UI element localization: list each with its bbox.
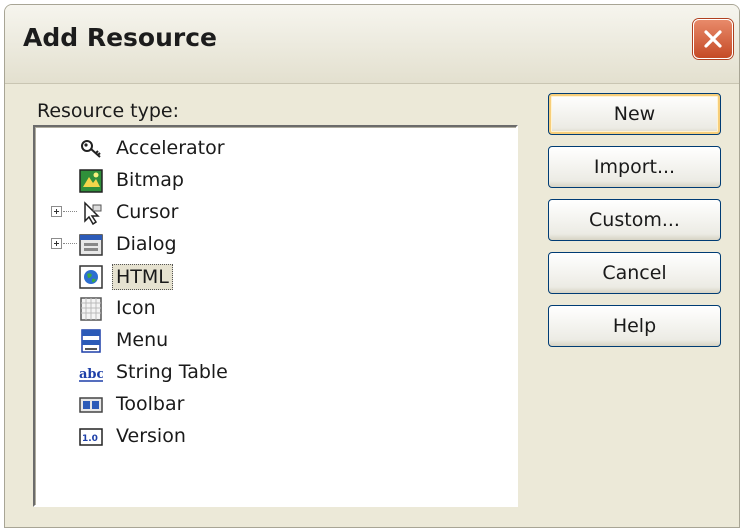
tree-item-label: Dialog [116, 233, 177, 255]
help-button[interactable]: Help [548, 305, 721, 347]
tree-item-dialog[interactable]: Dialog [35, 229, 475, 261]
tree-item-label: Icon [116, 297, 156, 319]
bitmap-icon [79, 169, 103, 193]
tree-item-label: Accelerator [116, 137, 225, 159]
tree-item-menu[interactable]: Menu [35, 325, 475, 357]
tree-item-label: String Table [116, 361, 228, 383]
tree-item-label: Menu [116, 329, 169, 351]
tree-item-label: HTML [112, 264, 173, 290]
html-icon [79, 265, 103, 289]
tree-item-label: Toolbar [116, 393, 185, 415]
expand-icon[interactable] [51, 238, 62, 249]
dialog-icon [79, 233, 103, 257]
cursor-icon [79, 201, 103, 226]
resource-type-tree[interactable]: Accelerator Bitmap Cursor Dialog HTML Ic… [33, 125, 518, 507]
tree-item-label: Version [116, 425, 186, 447]
tree-item-bitmap[interactable]: Bitmap [35, 165, 475, 197]
close-button[interactable] [693, 19, 733, 59]
tree-connector [63, 243, 77, 244]
string-table-icon: abc [79, 361, 105, 385]
tree-item-string-table[interactable]: abc String Table [35, 357, 475, 389]
import-button[interactable]: Import... [548, 146, 721, 188]
icon-resource-icon [79, 297, 103, 321]
tree-item-icon[interactable]: Icon [35, 293, 475, 325]
window-title: Add Resource [23, 23, 218, 52]
tree-item-label: Cursor [116, 201, 179, 223]
toolbar-icon [79, 393, 103, 417]
tree-item-cursor[interactable]: Cursor [35, 197, 475, 229]
new-button[interactable]: New [548, 93, 721, 135]
svg-text:1.0: 1.0 [82, 434, 98, 444]
tree-item-accelerator[interactable]: Accelerator [35, 133, 475, 165]
accelerator-icon [79, 137, 103, 161]
tree-item-label: Bitmap [116, 169, 184, 191]
tree-item-toolbar[interactable]: Toolbar [35, 389, 475, 421]
tree-connector [63, 211, 77, 212]
menu-icon [79, 329, 103, 353]
close-icon [704, 30, 722, 48]
expand-icon[interactable] [51, 206, 62, 217]
cancel-button[interactable]: Cancel [548, 252, 721, 294]
custom-button[interactable]: Custom... [548, 199, 721, 241]
resource-type-label: Resource type: [37, 100, 180, 122]
tree-item-html[interactable]: HTML [35, 261, 475, 293]
tree-item-version[interactable]: 1.0 Version [35, 421, 475, 453]
svg-text:abc: abc [79, 367, 103, 382]
add-resource-dialog: Add Resource Resource type: Accelerator [4, 4, 740, 528]
version-icon: 1.0 [79, 425, 103, 449]
title-bar[interactable]: Add Resource [5, 5, 739, 84]
